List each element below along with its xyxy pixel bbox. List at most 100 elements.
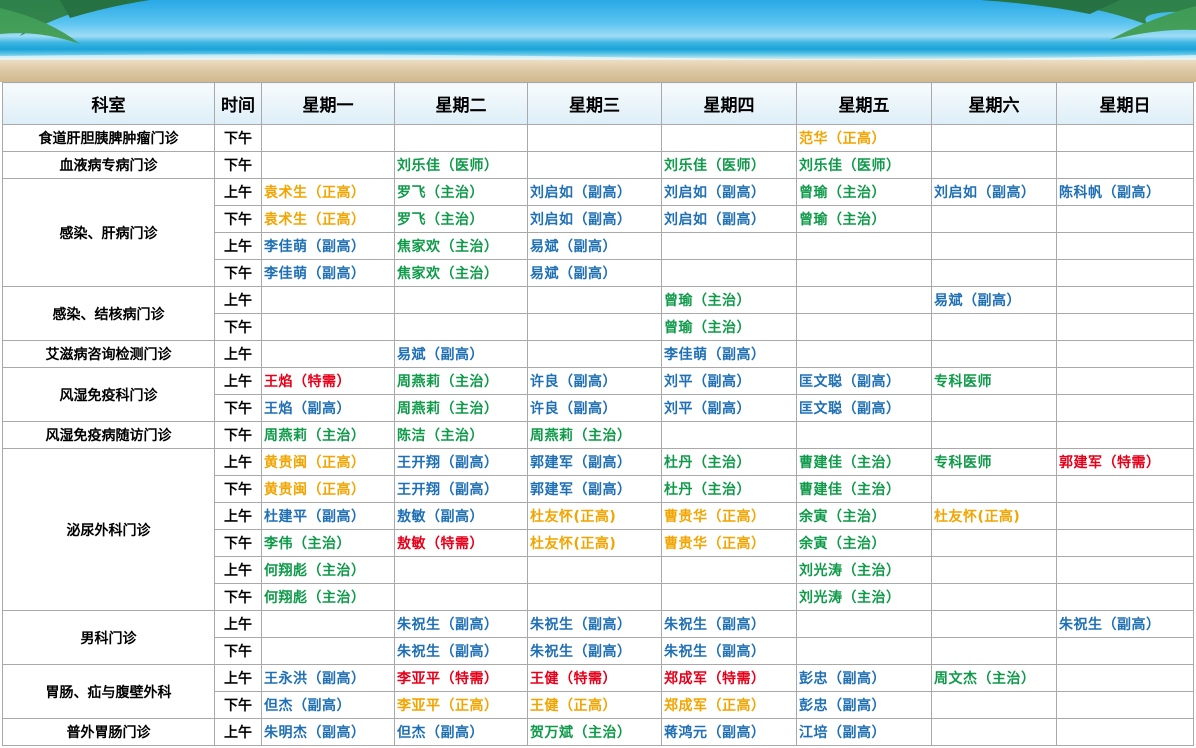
department-cell: 男科门诊 (2, 610, 215, 665)
table-row: 男科门诊 上午 朱祝生（副高） 朱祝生（副高） 朱祝生（副高） 朱祝生（副高） (2, 610, 1194, 665)
doctor-cell (796, 340, 932, 368)
doctor-cell (394, 286, 528, 314)
doctor-cell: 刘启如（副高） (661, 205, 797, 233)
doctor-cell (661, 556, 797, 584)
doctor-cell (931, 556, 1057, 584)
session-time-cell: 上午 (214, 556, 262, 584)
session-time-cell: 下午 (214, 583, 262, 611)
doctor-cell: 朱明杰（副高） (261, 718, 395, 746)
session-time-cell: 下午 (214, 421, 262, 449)
doctor-cell: 刘乐佳（医师） (394, 151, 528, 179)
doctor-cell: 朱祝生（副高） (1056, 610, 1194, 638)
table-row: 风湿免疫科门诊 上午 王焰（特需） 周燕莉（主治） 许良（副高） 刘平（副高） 匡文聪（副高… (2, 367, 1194, 422)
doctor-cell: 郭建军（特需） (1056, 448, 1194, 476)
doctor-cell (796, 286, 932, 314)
doctor-cell: 曹贵华（正高） (661, 529, 797, 557)
doctor-cell: 周燕莉（主治） (394, 367, 528, 395)
session-time-cell: 下午 (214, 394, 262, 422)
doctor-cell (1056, 205, 1194, 233)
department-cell: 风湿免疫病随访门诊 (2, 421, 215, 449)
doctor-cell (261, 286, 395, 314)
doctor-cell (931, 610, 1057, 638)
session-time-cell: 下午 (214, 259, 262, 287)
doctor-cell (796, 610, 932, 638)
table-row: 感染、结核病门诊 上午 曾瑜（主治） 易斌（副高） (2, 286, 1194, 341)
doctor-cell: 曾瑜（主治） (661, 286, 797, 314)
doctor-cell: 焦家欢（主治） (394, 259, 528, 287)
session-time-cell: 上午 (214, 178, 262, 206)
doctor-cell (1056, 286, 1194, 314)
doctor-cell: 何翔彪（主治） (261, 556, 395, 584)
doctor-cell (931, 583, 1057, 611)
doctor-cell: 敖敏（副高） (394, 502, 528, 530)
session-time-cell: 上午 (214, 232, 262, 260)
doctor-cell (1056, 529, 1194, 557)
session-time-cell: 下午 (214, 151, 262, 179)
doctor-cell: 王健（特需） (527, 664, 662, 692)
doctor-cell: 曾瑜（主治） (661, 313, 797, 341)
palm-leaves-decoration (0, 0, 1196, 60)
doctor-cell (661, 259, 797, 287)
doctor-cell: 但杰（副高） (394, 718, 528, 746)
header-time: 时间 (214, 82, 262, 125)
doctor-cell: 朱祝生（副高） (527, 610, 662, 638)
doctor-cell: 刘乐佳（医师） (661, 151, 797, 179)
doctor-cell (931, 718, 1057, 746)
doctor-cell (527, 313, 662, 341)
doctor-cell (1056, 664, 1194, 692)
doctor-cell: 刘平（副高） (661, 394, 797, 422)
header-department: 科室 (2, 82, 215, 125)
doctor-cell: 刘光涛（主治） (796, 556, 932, 584)
session-time-cell: 下午 (214, 124, 262, 152)
session-time-cell: 上午 (214, 367, 262, 395)
doctor-cell: 王开翔（副高） (394, 448, 528, 476)
doctor-cell: 周燕莉（主治） (394, 394, 528, 422)
doctor-cell (1056, 367, 1194, 395)
doctor-cell: 彭忠（副高） (796, 691, 932, 719)
header-tuesday: 星期二 (394, 82, 528, 125)
doctor-cell: 但杰（副高） (261, 691, 395, 719)
table-row: 泌尿外科门诊 上午 黄贵闽（正高） 王开翔（副高） 郭建军（副高） 杜丹（主治） 曹建佳（主… (2, 448, 1194, 611)
department-cell: 普外胃肠门诊 (2, 718, 215, 746)
table-row: 食道肝胆胰脾肿瘤门诊 下午 范华（正高） (2, 124, 1194, 152)
doctor-cell: 何翔彪（主治） (261, 583, 395, 611)
header-friday: 星期五 (796, 82, 932, 125)
doctor-cell: 彭忠（副高） (796, 664, 932, 692)
department-cell: 泌尿外科门诊 (2, 448, 215, 611)
doctor-cell: 刘启如（副高） (661, 178, 797, 206)
doctor-cell: 易斌（副高） (931, 286, 1057, 314)
doctor-cell: 杜建平（副高） (261, 502, 395, 530)
department-cell: 胃肠、疝与腹壁外科 (2, 664, 215, 719)
table-row: 胃肠、疝与腹壁外科 上午 王永洪（副高） 李亚平（特需） 王健（特需） 郑成军（特需） 彭忠… (2, 664, 1194, 719)
doctor-cell: 曹建佳（主治） (796, 448, 932, 476)
doctor-cell: 李亚平（正高） (394, 691, 528, 719)
doctor-cell: 袁术生（正高） (261, 178, 395, 206)
doctor-cell: 焦家欢（主治） (394, 232, 528, 260)
doctor-cell (1056, 691, 1194, 719)
doctor-cell (931, 313, 1057, 341)
doctor-cell: 袁术生（正高） (261, 205, 395, 233)
doctor-cell (796, 232, 932, 260)
doctor-cell: 曹建佳（主治） (796, 475, 932, 503)
header-row: 科室 时间 星期一 星期二 星期三 星期四 星期五 星期六 星期日 (2, 82, 1194, 125)
doctor-cell: 专科医师 (931, 367, 1057, 395)
doctor-cell (394, 583, 528, 611)
doctor-cell (527, 124, 662, 152)
doctor-cell: 刘启如（副高） (527, 205, 662, 233)
doctor-cell: 周燕莉（主治） (261, 421, 395, 449)
doctor-cell: 曹贵华（正高） (661, 502, 797, 530)
table-row: 普外胃肠门诊 上午 朱明杰（副高） 但杰（副高） 贺万斌（主治） 蒋鸿元（副高） 江培（副高… (2, 718, 1194, 746)
department-cell: 食道肝胆胰脾肿瘤门诊 (2, 124, 215, 152)
doctor-cell: 罗飞（主治） (394, 205, 528, 233)
doctor-cell: 朱祝生（副高） (661, 637, 797, 665)
session-time-cell: 上午 (214, 610, 262, 638)
doctor-cell (1056, 421, 1194, 449)
table-row: 感染、肝病门诊 上午 袁术生（正高） 罗飞（主治） 刘启如（副高） 刘启如（副高） 曾瑜（主… (2, 178, 1194, 287)
doctor-cell: 黄贵闽（正高） (261, 475, 395, 503)
doctor-cell (796, 421, 932, 449)
doctor-cell: 易斌（副高） (527, 232, 662, 260)
doctor-cell (1056, 475, 1194, 503)
doctor-cell (527, 151, 662, 179)
doctor-cell (931, 394, 1057, 422)
doctor-cell: 刘光涛（主治） (796, 583, 932, 611)
